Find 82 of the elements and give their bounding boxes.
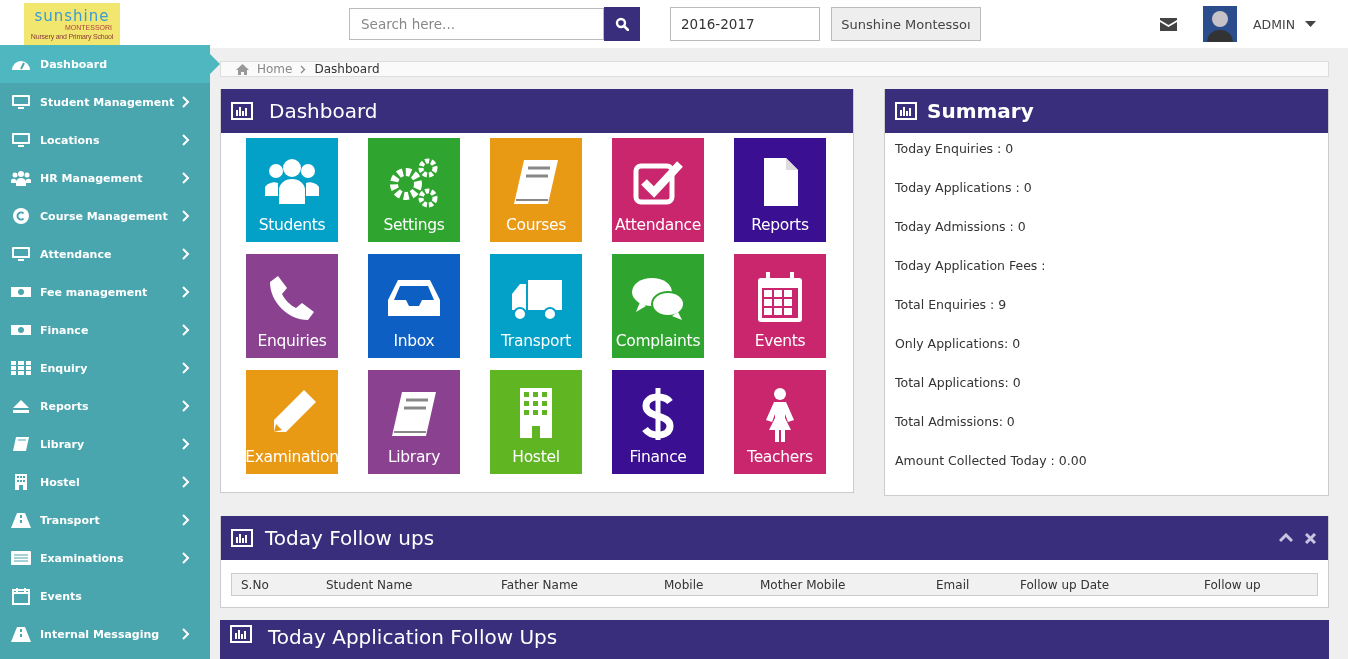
bar-chart-icon — [231, 529, 253, 547]
dashboard-tile[interactable]: Teachers — [734, 370, 826, 474]
sidebar-item[interactable]: Reports — [0, 387, 210, 425]
breadcrumb-link[interactable]: Home — [257, 62, 293, 76]
mail-icon[interactable] — [1160, 17, 1177, 31]
sidebar-item[interactable]: Locations — [0, 121, 210, 159]
summary-stat: Today Applications : 0 — [895, 180, 1033, 197]
road-icon — [11, 511, 31, 529]
collapse-icon[interactable] — [1279, 533, 1293, 543]
users-icon — [11, 169, 31, 187]
sidebar-item[interactable]: Finance — [0, 311, 210, 349]
bar-chart-icon — [230, 625, 252, 643]
logo-text: sunshine — [34, 8, 110, 24]
sidebar-item[interactable]: Hostel — [0, 463, 210, 501]
sidebar-item[interactable]: Library — [0, 425, 210, 463]
summary-stat: Today Enquiries : 0 — [895, 141, 1015, 158]
avatar[interactable] — [1203, 6, 1237, 42]
dashboard-tile[interactable]: Attendance — [612, 138, 704, 242]
sidebar-item[interactable]: Student Management — [0, 83, 210, 121]
dashboard-tile[interactable]: Enquiries — [246, 254, 338, 358]
sidebar-item[interactable]: Attendance — [0, 235, 210, 273]
dashboard-tile[interactable]: Inbox — [368, 254, 460, 358]
bar-chart-icon — [895, 102, 917, 120]
dashboard-tile[interactable]: Finance — [612, 370, 704, 474]
column-header: Student Name — [326, 577, 414, 592]
summary-stat: Today Admissions : 0 — [895, 219, 1027, 236]
summary-stat: Total Applications: 0 — [895, 375, 1022, 392]
column-header: Mother Mobile — [760, 577, 847, 592]
monitor-icon — [11, 93, 31, 111]
breadcrumb-separator — [300, 64, 307, 74]
sidebar-item[interactable]: Internal Messaging — [0, 615, 210, 653]
column-header: S.No — [241, 577, 270, 592]
sidebar-item[interactable]: Course Management — [0, 197, 210, 235]
dashboard-tile[interactable]: Examination — [246, 370, 338, 474]
school-button[interactable]: Sunshine Montessoı — [831, 7, 981, 41]
close-icon[interactable] — [1305, 532, 1316, 544]
sidebar-item[interactable]: HR Management — [0, 159, 210, 197]
panel-title: Dashboard — [269, 99, 378, 123]
sidebar-item[interactable]: Transport — [0, 501, 210, 539]
sidebar-item[interactable]: Enquiry — [0, 349, 210, 387]
column-header: Mobile — [664, 577, 705, 592]
dashboard-tile[interactable]: Courses — [490, 138, 582, 242]
dashboard-tile[interactable]: Students — [246, 138, 338, 242]
home-icon — [236, 63, 249, 75]
sidebar-item[interactable]: Events — [0, 577, 210, 615]
list-icon — [11, 549, 31, 567]
user-name[interactable]: ADMIN — [1253, 16, 1295, 32]
dashboard-tile[interactable]: Library — [368, 370, 460, 474]
road-icon — [11, 625, 31, 643]
sidebar-item[interactable]: Fee management — [0, 273, 210, 311]
monitor-icon — [11, 245, 31, 263]
summary-stat: Total Admissions: 0 — [895, 414, 1016, 431]
panel-title: Today Application Follow Ups — [268, 625, 558, 649]
search-icon — [615, 16, 629, 31]
dashboard-tile[interactable]: Transport — [490, 254, 582, 358]
dashboard-tile[interactable]: Reports — [734, 138, 826, 242]
panel-title: Today Follow ups — [265, 526, 435, 550]
grid-icon — [11, 359, 31, 377]
eject-icon — [11, 397, 31, 415]
copyright-icon — [11, 207, 31, 225]
column-header: Father Name — [501, 577, 579, 592]
book-icon — [11, 435, 31, 453]
panel-title: Summary — [927, 99, 1034, 123]
dashboard-tile[interactable]: Complaints — [612, 254, 704, 358]
monitor-icon — [11, 131, 31, 149]
column-header: Follow up Date — [1020, 577, 1111, 592]
dashboard-tile[interactable]: Settings — [368, 138, 460, 242]
search-button[interactable] — [604, 6, 640, 41]
calendar-icon — [11, 587, 31, 605]
dashboard-tile[interactable]: Events — [734, 254, 826, 358]
summary-stat: Only Applications: 0 — [895, 336, 1022, 353]
column-header: Email — [936, 577, 971, 592]
search-field[interactable]: Search here... — [349, 8, 604, 40]
column-header: Follow up — [1204, 577, 1262, 592]
year-field[interactable]: 2016-2017 — [670, 7, 820, 41]
bar-chart-icon — [231, 102, 253, 120]
sidebar-item[interactable]: Examinations — [0, 539, 210, 577]
caret-icon[interactable] — [1305, 21, 1316, 27]
dashboard-tile[interactable]: Hostel — [490, 370, 582, 474]
summary-stat: Amount Collected Today : 0.00 — [895, 453, 1088, 470]
summary-stat: Total Enquiries : 9 — [895, 297, 1008, 314]
summary-stat: Today Application Fees : — [895, 258, 1047, 275]
